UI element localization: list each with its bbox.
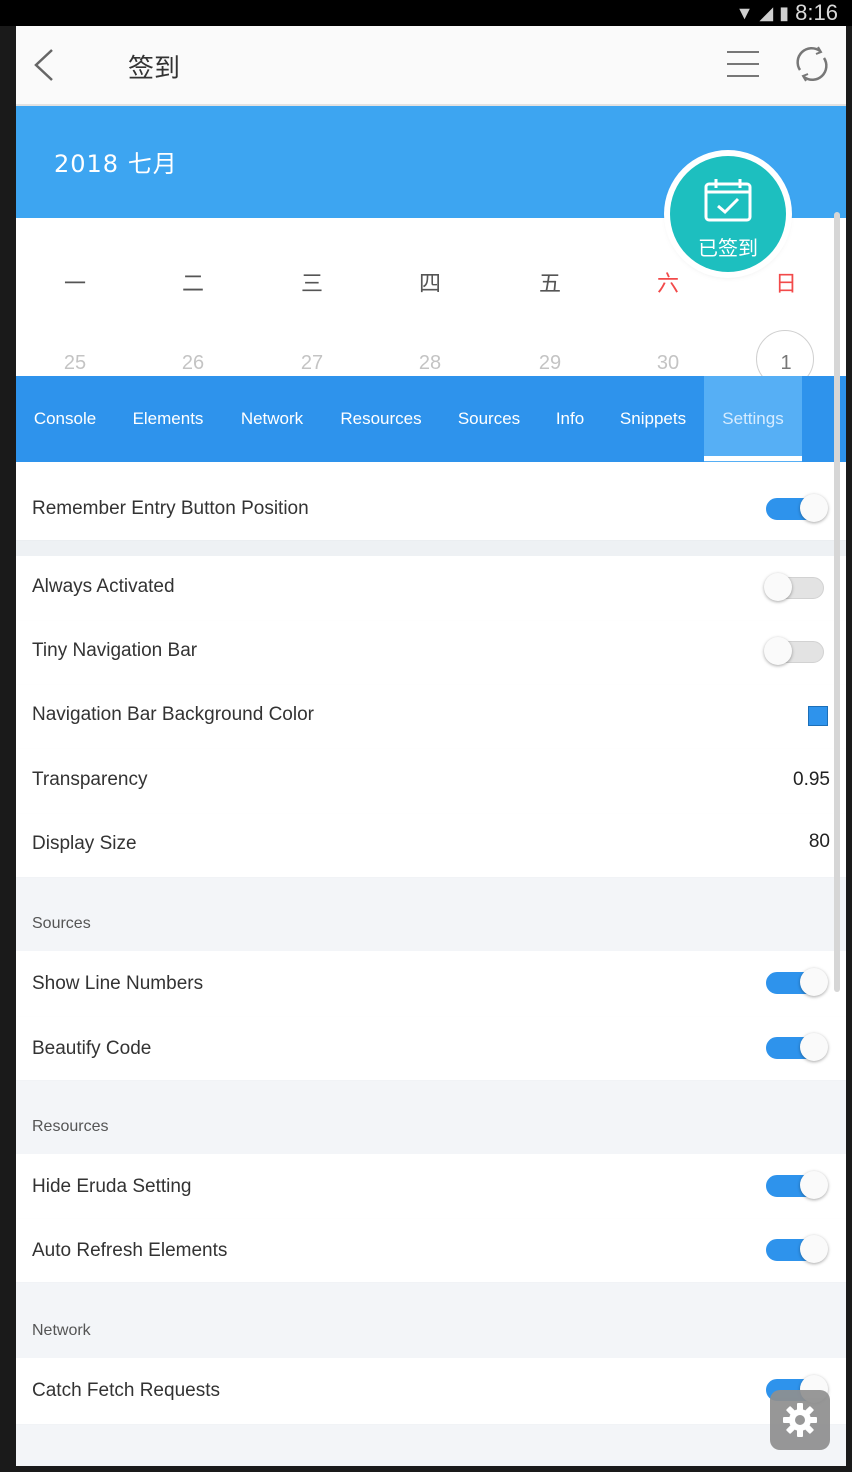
- setting-always-activated[interactable]: Always Activated: [16, 556, 846, 621]
- tab-console[interactable]: Console: [34, 376, 96, 462]
- transparency-value[interactable]: 0.95: [793, 769, 830, 791]
- tiny-nav-toggle[interactable]: [764, 635, 830, 667]
- gear-icon: [783, 1403, 817, 1437]
- setting-label: Transparency: [32, 769, 148, 790]
- section-resources: Resources: [16, 1080, 846, 1154]
- tab-info[interactable]: Info: [556, 376, 584, 462]
- checkin-label: 已签到: [698, 236, 758, 260]
- calendar-date[interactable]: 26: [168, 352, 218, 375]
- weekday-thu: 四: [418, 272, 441, 297]
- refresh-icon[interactable]: [792, 44, 832, 84]
- weekday-sun: 日: [774, 272, 797, 297]
- section-gap: [16, 540, 846, 556]
- beautify-code-toggle[interactable]: [764, 1031, 830, 1063]
- calendar-date[interactable]: 30: [643, 352, 693, 375]
- setting-hide-eruda[interactable]: Hide Eruda Setting: [16, 1154, 846, 1219]
- always-activated-toggle[interactable]: [764, 571, 830, 603]
- status-bar: ▼ ◢ ▮ 8:16: [0, 0, 852, 26]
- setting-remember-entry[interactable]: Remember Entry Button Position: [16, 462, 846, 541]
- scrollbar[interactable]: [834, 212, 840, 992]
- weekday-fri: 五: [538, 272, 561, 297]
- setting-label: Remember Entry Button Position: [32, 498, 309, 519]
- eruda-nav-bar: Console Elements Network Resources Sourc…: [16, 376, 846, 462]
- setting-auto-refresh[interactable]: Auto Refresh Elements: [16, 1218, 846, 1283]
- tab-elements[interactable]: Elements: [133, 376, 204, 462]
- setting-label: Display Size: [32, 833, 137, 854]
- app-bar: 签到: [16, 26, 846, 106]
- section-sources: Sources: [16, 877, 846, 951]
- section-title: Resources: [32, 1118, 109, 1135]
- section-title: Network: [32, 1322, 91, 1339]
- eruda-entry-button[interactable]: [770, 1390, 830, 1450]
- setting-label: Navigation Bar Background Color: [32, 704, 314, 725]
- display-size-value[interactable]: 80: [809, 831, 830, 853]
- section-network: Network: [16, 1282, 846, 1358]
- tab-resources[interactable]: Resources: [340, 376, 421, 462]
- settings-panel: Remember Entry Button Position Always Ac…: [16, 462, 846, 1466]
- tab-settings[interactable]: Settings: [722, 376, 783, 462]
- show-line-numbers-toggle[interactable]: [764, 966, 830, 998]
- status-icons: ▼ ◢ ▮ 8:16: [736, 0, 838, 26]
- calendar-date[interactable]: 29: [525, 352, 575, 375]
- tab-snippets[interactable]: Snippets: [620, 376, 686, 462]
- back-icon[interactable]: [32, 48, 56, 82]
- setting-label: Beautify Code: [32, 1038, 152, 1059]
- tab-network[interactable]: Network: [241, 376, 303, 462]
- status-time: 8:16: [795, 0, 838, 25]
- setting-label: Always Activated: [32, 576, 175, 597]
- section-next: [16, 1424, 846, 1466]
- setting-tiny-nav[interactable]: Tiny Navigation Bar: [16, 620, 846, 685]
- section-title: Sources: [32, 915, 91, 932]
- signal-icon: ◢: [759, 2, 774, 23]
- hide-eruda-toggle[interactable]: [764, 1169, 830, 1201]
- weekday-tue: 二: [181, 272, 204, 297]
- menu-icon[interactable]: [726, 48, 760, 80]
- phone-screen: 签到 2018 七月 已签到 一 二 三 四 五 六 日 25 26 27 28…: [16, 26, 846, 1466]
- setting-label: Hide Eruda Setting: [32, 1176, 192, 1197]
- battery-icon: ▮: [779, 2, 790, 23]
- weekday-row: 一 二 三 四 五 六 日: [16, 266, 846, 306]
- setting-label: Show Line Numbers: [32, 973, 204, 994]
- setting-nav-bg-color[interactable]: Navigation Bar Background Color: [16, 684, 846, 749]
- setting-label: Catch Fetch Requests: [32, 1380, 220, 1401]
- remember-entry-toggle[interactable]: [764, 492, 830, 524]
- setting-catch-fetch[interactable]: Catch Fetch Requests: [16, 1358, 846, 1425]
- nav-color-swatch[interactable]: [808, 706, 828, 726]
- tab-sources[interactable]: Sources: [458, 376, 520, 462]
- calendar-date[interactable]: 28: [405, 352, 455, 375]
- setting-label: Tiny Navigation Bar: [32, 640, 198, 661]
- weekday-mon: 一: [63, 272, 86, 297]
- setting-label: Auto Refresh Elements: [32, 1240, 228, 1261]
- calendar-check-icon: [704, 179, 752, 222]
- wifi-icon: ▼: [735, 2, 754, 23]
- setting-beautify-code[interactable]: Beautify Code: [16, 1016, 846, 1081]
- weekday-sat: 六: [656, 272, 679, 297]
- weekday-wed: 三: [300, 272, 323, 297]
- calendar-date[interactable]: 27: [287, 352, 337, 375]
- active-tab-indicator: [704, 456, 802, 461]
- calendar-date-today[interactable]: 1: [761, 352, 811, 375]
- page-title: 签到: [128, 54, 181, 84]
- checkin-button[interactable]: 已签到: [670, 156, 786, 272]
- setting-transparency[interactable]: Transparency 0.95: [16, 748, 846, 814]
- auto-refresh-toggle[interactable]: [764, 1233, 830, 1265]
- calendar-month-label: 2018 七月: [54, 150, 178, 178]
- setting-display-size[interactable]: Display Size 80: [16, 813, 846, 878]
- calendar-date[interactable]: 25: [50, 352, 100, 375]
- setting-show-line-numbers[interactable]: Show Line Numbers: [16, 951, 846, 1017]
